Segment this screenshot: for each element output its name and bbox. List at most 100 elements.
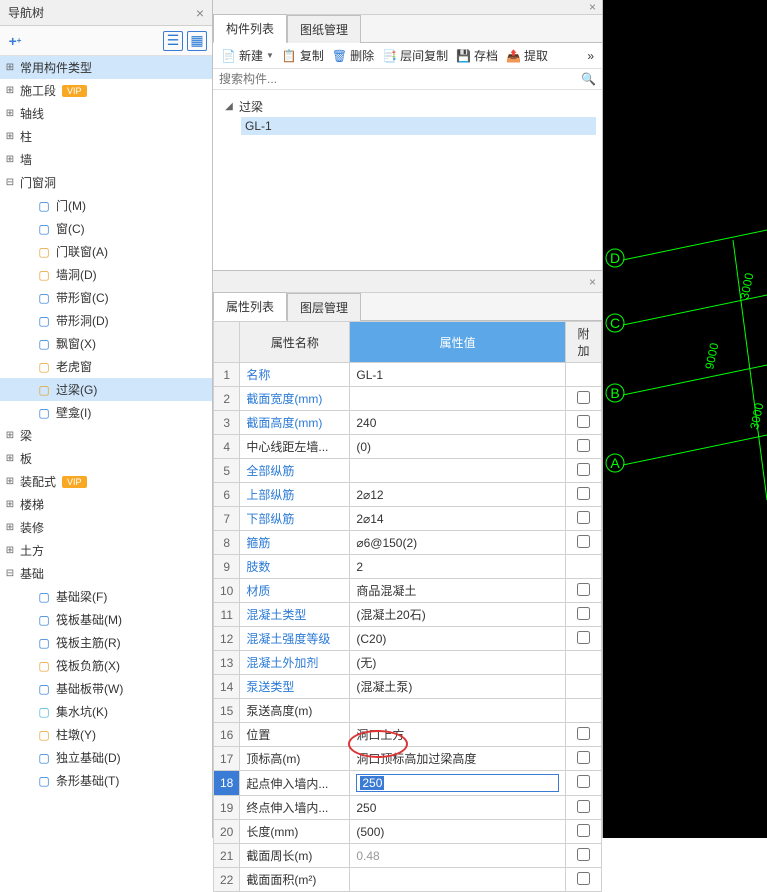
cad-viewport[interactable]: D C B A 9000 3000 3000 xyxy=(603,0,767,838)
property-value-cell[interactable] xyxy=(350,868,566,892)
property-extra-checkbox[interactable] xyxy=(577,607,590,620)
tree-toggle-icon[interactable]: ⊞ xyxy=(4,522,16,534)
toolbar-more-icon[interactable]: » xyxy=(587,49,594,63)
nav-tree-child-item[interactable]: ▢窗(C) xyxy=(0,217,212,240)
property-row[interactable]: 20 长度(mm) (500) xyxy=(214,820,602,844)
extract-button[interactable]: 📤提取 xyxy=(506,47,548,64)
property-name-link[interactable]: 肢数 xyxy=(246,560,270,574)
property-value-cell[interactable]: (0) xyxy=(350,435,566,459)
property-extra-checkbox[interactable] xyxy=(577,511,590,524)
nav-tree-item[interactable]: ⊞墙 xyxy=(0,148,212,171)
property-name-link[interactable]: 全部纵筋 xyxy=(246,464,294,478)
property-value-cell[interactable] xyxy=(350,459,566,483)
property-value-cell[interactable]: 250 xyxy=(350,796,566,820)
component-panel-close-icon[interactable]: × xyxy=(583,0,602,14)
property-row[interactable]: 14 泵送类型 (混凝土泵) xyxy=(214,675,602,699)
nav-tree-child-item[interactable]: ▢飘窗(X) xyxy=(0,332,212,355)
property-row[interactable]: 12 混凝土强度等级 (C20) xyxy=(214,627,602,651)
nav-tree-item[interactable]: ⊞常用构件类型 xyxy=(0,56,212,79)
nav-tree-item[interactable]: ⊞装配式VIP xyxy=(0,470,212,493)
tree-toggle-icon[interactable]: ⊞ xyxy=(4,154,16,166)
nav-tree-child-item[interactable]: ▢门(M) xyxy=(0,194,212,217)
property-value[interactable]: 洞口顶标高加过梁高度 xyxy=(356,752,476,766)
tab-drawing-management[interactable]: 图纸管理 xyxy=(287,15,361,43)
collapse-icon[interactable]: ◢ xyxy=(223,101,235,113)
nav-tree-child-item[interactable]: ▢墙洞(D) xyxy=(0,263,212,286)
tree-toggle-icon[interactable]: ⊟ xyxy=(4,568,16,580)
property-value-cell[interactable] xyxy=(350,699,566,723)
property-value[interactable]: 2 xyxy=(356,560,363,574)
property-row[interactable]: 3 截面高度(mm) 240 xyxy=(214,411,602,435)
property-value[interactable]: ⌀6@150(2) xyxy=(356,536,417,550)
property-name-link[interactable]: 材质 xyxy=(246,584,270,598)
tab-component-list[interactable]: 构件列表 xyxy=(213,14,287,43)
nav-tree-item[interactable]: ⊞轴线 xyxy=(0,102,212,125)
tree-toggle-icon[interactable]: ⊞ xyxy=(4,499,16,511)
nav-tree-child-item[interactable]: ▢壁龛(I) xyxy=(0,401,212,424)
nav-tree-child-item[interactable]: ▢筏板负筋(X) xyxy=(0,654,212,677)
property-value-cell[interactable]: ⌀6@150(2) xyxy=(350,531,566,555)
new-button[interactable]: 📄新建▼ xyxy=(221,47,274,64)
property-value[interactable]: 商品混凝土 xyxy=(356,584,416,598)
property-row[interactable]: 1 名称 GL-1 xyxy=(214,363,602,387)
nav-tree-child-item[interactable]: ▢筏板基础(M) xyxy=(0,608,212,631)
delete-button[interactable]: 🗑删除 xyxy=(332,47,374,64)
property-extra-checkbox[interactable] xyxy=(577,391,590,404)
property-extra-checkbox[interactable] xyxy=(577,800,590,813)
nav-tree-child-item[interactable]: ▢基础板带(W) xyxy=(0,677,212,700)
property-name-link[interactable]: 名称 xyxy=(246,368,270,382)
property-value[interactable]: (混凝土泵) xyxy=(356,680,412,694)
component-tree[interactable]: ◢ 过梁 GL-1 xyxy=(213,90,602,270)
property-extra-checkbox[interactable] xyxy=(577,535,590,548)
property-row[interactable]: 13 混凝土外加剂 (无) xyxy=(214,651,602,675)
property-panel-close-icon[interactable]: × xyxy=(583,275,602,289)
property-extra-checkbox[interactable] xyxy=(577,775,590,788)
property-value-cell[interactable]: (500) xyxy=(350,820,566,844)
nav-tree-item[interactable]: ⊞梁 xyxy=(0,424,212,447)
tree-toggle-icon[interactable]: ⊞ xyxy=(4,131,16,143)
property-name-link[interactable]: 下部纵筋 xyxy=(246,512,294,526)
property-value-cell[interactable]: (混凝土20石) xyxy=(350,603,566,627)
property-value-cell[interactable]: (混凝土泵) xyxy=(350,675,566,699)
nav-tree-item[interactable]: ⊞楼梯 xyxy=(0,493,212,516)
nav-panel-close-icon[interactable]: × xyxy=(196,5,204,21)
nav-tree-item[interactable]: ⊞柱 xyxy=(0,125,212,148)
property-extra-checkbox[interactable] xyxy=(577,583,590,596)
layer-copy-button[interactable]: 📑层间复制 xyxy=(382,47,448,64)
property-value[interactable]: 0.48 xyxy=(356,849,379,863)
property-row[interactable]: 7 下部纵筋 2⌀14 xyxy=(214,507,602,531)
property-row[interactable]: 5 全部纵筋 xyxy=(214,459,602,483)
property-value-cell[interactable]: 2⌀12 xyxy=(350,483,566,507)
tree-toggle-icon[interactable]: ⊞ xyxy=(4,430,16,442)
tree-toggle-icon[interactable]: ⊞ xyxy=(4,62,16,74)
property-value[interactable]: (C20) xyxy=(356,632,386,646)
property-value[interactable]: (无) xyxy=(356,656,376,670)
property-value-cell[interactable]: (无) xyxy=(350,651,566,675)
tree-toggle-icon[interactable]: ⊞ xyxy=(4,476,16,488)
list-view-icon[interactable]: ☰ xyxy=(163,31,183,51)
property-value-cell[interactable]: 250 xyxy=(350,771,566,796)
archive-button[interactable]: 💾存档 xyxy=(456,47,498,64)
property-row[interactable]: 16 位置 洞口上方 xyxy=(214,723,602,747)
nav-tree-child-item[interactable]: ▢条形基础(T) xyxy=(0,769,212,792)
tree-toggle-icon[interactable]: ⊞ xyxy=(4,85,16,97)
property-extra-checkbox[interactable] xyxy=(577,487,590,500)
property-name-link[interactable]: 混凝土外加剂 xyxy=(246,656,318,670)
property-name-link[interactable]: 箍筋 xyxy=(246,536,270,550)
property-value-cell[interactable] xyxy=(350,387,566,411)
property-name-link[interactable]: 上部纵筋 xyxy=(246,488,294,502)
nav-tree-item[interactable]: ⊞装修 xyxy=(0,516,212,539)
property-value[interactable]: GL-1 xyxy=(356,368,383,382)
tree-toggle-icon[interactable]: ⊞ xyxy=(4,545,16,557)
property-value-input[interactable]: 250 xyxy=(356,774,559,792)
nav-tree-child-item[interactable]: ▢带形窗(C) xyxy=(0,286,212,309)
property-extra-checkbox[interactable] xyxy=(577,824,590,837)
nav-tree-child-item[interactable]: ▢门联窗(A) xyxy=(0,240,212,263)
property-value-cell[interactable]: 洞口上方 xyxy=(350,723,566,747)
property-extra-checkbox[interactable] xyxy=(577,415,590,428)
nav-tree-item[interactable]: ⊟门窗洞 xyxy=(0,171,212,194)
property-name-link[interactable]: 泵送类型 xyxy=(246,680,294,694)
property-row[interactable]: 15 泵送高度(m) xyxy=(214,699,602,723)
property-row[interactable]: 18 起点伸入墙内... 250 xyxy=(214,771,602,796)
property-row[interactable]: 21 截面周长(m) 0.48 xyxy=(214,844,602,868)
